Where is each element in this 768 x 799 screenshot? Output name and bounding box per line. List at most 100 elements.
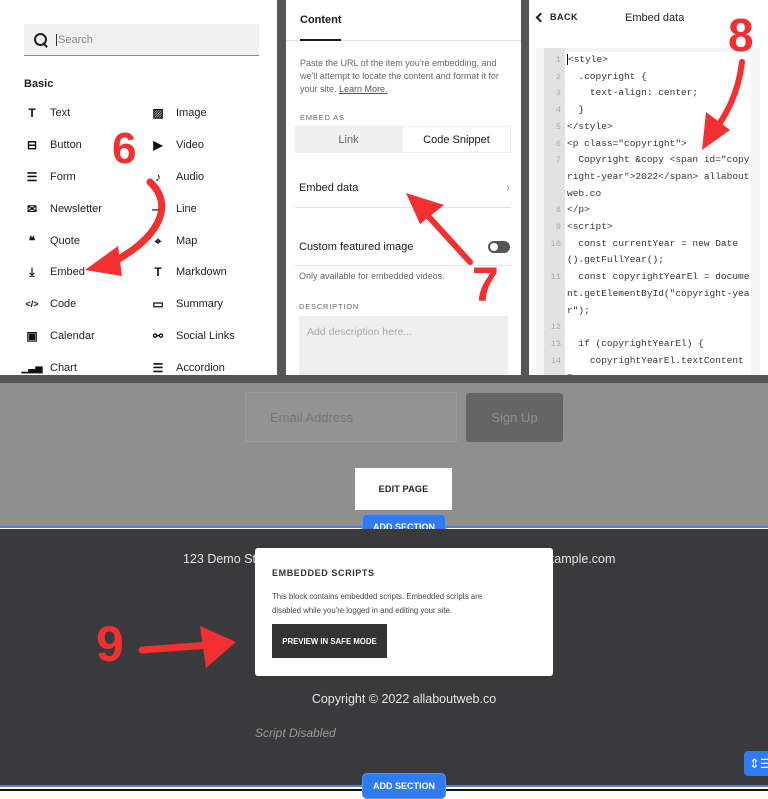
block-item-label: Markdown — [176, 266, 227, 279]
block-item-chart[interactable]: ▁▃▅ Chart — [22, 357, 150, 375]
block-item-line[interactable]: — Line — [150, 198, 264, 220]
embed-as-code-snippet-option[interactable]: Code Snippet — [403, 127, 510, 152]
code-line: 12 — [544, 319, 758, 336]
calendar-icon: ▣ — [26, 329, 38, 344]
section-height-icon[interactable]: ⇕☰ — [744, 751, 768, 776]
embed-description-text: Paste the URL of the item you're embeddi… — [300, 58, 499, 94]
form-icon: ☰ — [26, 169, 38, 184]
block-item-label: Social Links — [176, 330, 235, 343]
embed-as-toggle: Link Code Snippet — [295, 126, 511, 153]
preview-safe-mode-button[interactable]: PREVIEW IN SAFE MODE — [272, 624, 387, 658]
back-label: BACK — [550, 12, 578, 22]
code-line: 6 <p class="copyright"> — [544, 135, 758, 153]
chevron-left-icon — [535, 12, 546, 22]
block-item-form[interactable]: ☰ Form — [24, 166, 150, 188]
code-text: if (copyrightYearEl) { — [565, 335, 751, 353]
block-search-field[interactable] — [24, 24, 259, 56]
code-line: 8 </p> — [544, 202, 758, 220]
block-item-embed[interactable]: ⤓ Embed — [24, 261, 150, 283]
code-line: 11 const copyrightYearEl = document.getE… — [544, 269, 758, 320]
block-item-label: Calendar — [50, 330, 95, 343]
footer-email: xample.com — [548, 552, 616, 566]
social-links-icon: ⚯ — [152, 329, 164, 344]
accordion-icon: ☰ — [152, 361, 164, 375]
code-text: const currentYear = new Date().getFullYe… — [565, 235, 751, 270]
block-item-text[interactable]: T Text — [24, 102, 150, 124]
line-number: 11 — [550, 272, 561, 283]
custom-featured-image-row: Custom featured image — [299, 241, 510, 253]
footer-address: 123 Demo St — [183, 552, 256, 566]
line-number: 4 — [555, 105, 561, 116]
block-item-accordion[interactable]: ☰ Accordion — [150, 357, 264, 375]
code-line: 2 .copyright { — [544, 68, 758, 86]
block-item-social-links[interactable]: ⚯ Social Links — [150, 325, 264, 347]
embed-as-label: EMBED AS — [300, 113, 345, 122]
block-search-input[interactable] — [56, 33, 246, 46]
code-line: 13 if (copyrightYearEl) { — [544, 335, 758, 353]
block-item-label: Map — [176, 234, 198, 247]
block-item-label: Summary — [176, 298, 224, 311]
sign-up-button[interactable]: Sign Up — [466, 393, 563, 442]
tab-active-indicator — [300, 39, 341, 41]
block-item-label: Embed — [50, 266, 85, 279]
code-text: .copyright { — [565, 68, 751, 86]
custom-featured-image-toggle[interactable] — [488, 241, 510, 253]
divider — [295, 265, 511, 266]
block-item-markdown[interactable]: T Markdown — [150, 261, 264, 283]
line-number: 3 — [555, 88, 561, 99]
email-address-input[interactable] — [245, 392, 457, 442]
block-item-video[interactable]: ▶ Video — [150, 134, 264, 156]
block-item-button[interactable]: ⊟ Button — [24, 134, 150, 156]
block-item-label: Button — [50, 138, 82, 151]
embed-data-row[interactable]: Embed data › — [299, 182, 510, 194]
line-number: 7 — [555, 155, 561, 166]
block-item-calendar[interactable]: ▣ Calendar — [24, 325, 150, 347]
text-cursor — [567, 53, 568, 65]
block-item-label: Chart — [50, 362, 77, 375]
block-item-map[interactable]: ⌖ Map — [150, 230, 264, 252]
embed-as-link-option[interactable]: Link — [295, 126, 402, 153]
code-line: 7 Copyright &copy <span id="copyright-ye… — [544, 152, 758, 203]
editor-panels: Basic T Text ▨ Image ⊟ Button ▶ Video ☰ Form ♪ Audi… — [0, 0, 768, 383]
block-item-label: Accordion — [176, 362, 225, 375]
block-item-quote[interactable]: ❝ Quote — [24, 230, 150, 252]
block-item-label: Quote — [50, 234, 80, 247]
audio-icon: ♪ — [155, 169, 161, 184]
code-text: </style> — [565, 118, 751, 136]
newsletter-icon: ✉ — [26, 201, 38, 216]
footer-section: 123 Demo St xample.com EMBEDDED SCRIPTS … — [0, 529, 768, 787]
code-editor[interactable]: 1 <style> 2 .copyright {3 text-align: cent… — [536, 48, 760, 375]
code-line: 14 copyrightYearEl.textContent = — [544, 352, 758, 375]
line-number: 14 — [550, 355, 561, 366]
description-input[interactable] — [299, 316, 508, 375]
block-item-code[interactable]: </> Code — [24, 293, 150, 315]
quote-icon: ❝ — [28, 233, 36, 248]
image-icon: ▨ — [152, 106, 164, 120]
line-number: 13 — [550, 338, 561, 349]
block-item-newsletter[interactable]: ✉ Newsletter — [24, 198, 150, 220]
block-item-label: Audio — [176, 170, 205, 183]
learn-more-link[interactable]: Learn More. — [339, 84, 388, 94]
line-number: 8 — [555, 205, 561, 216]
block-item-label: Code — [50, 298, 77, 311]
block-item-image[interactable]: ▨ Image — [150, 102, 264, 124]
add-section-button[interactable]: ADD SECTION — [362, 773, 446, 799]
edit-page-button[interactable]: EDIT PAGE — [355, 468, 452, 510]
line-number: 6 — [555, 138, 561, 149]
tab-content[interactable]: Content — [300, 14, 342, 26]
code-line: 9 <script> — [544, 219, 758, 236]
copyright-text: Copyright © 2022 allaboutweb.co — [311, 692, 497, 706]
basic-section-heading: Basic — [24, 78, 54, 90]
block-item-label: Form — [50, 170, 76, 183]
block-item-summary[interactable]: ▭ Summary — [150, 293, 264, 315]
map-icon: ⌖ — [154, 233, 162, 248]
code-text: <style> — [565, 52, 751, 69]
embedded-scripts-notice: EMBEDDED SCRIPTS This block contains emb… — [255, 548, 553, 676]
markdown-icon: T — [154, 265, 162, 280]
embed-data-panel: BACK Embed data 1 <style> 2 .copyright {3 … — [529, 0, 768, 375]
code-line: 10 const currentYear = new Date().getFul… — [544, 235, 758, 270]
block-item-audio[interactable]: ♪ Audio — [150, 166, 264, 188]
code-text: copyrightYearEl.textContent = — [565, 352, 751, 375]
notice-body: This block contains embedded scripts. Em… — [272, 592, 483, 615]
back-button[interactable]: BACK — [535, 12, 578, 22]
